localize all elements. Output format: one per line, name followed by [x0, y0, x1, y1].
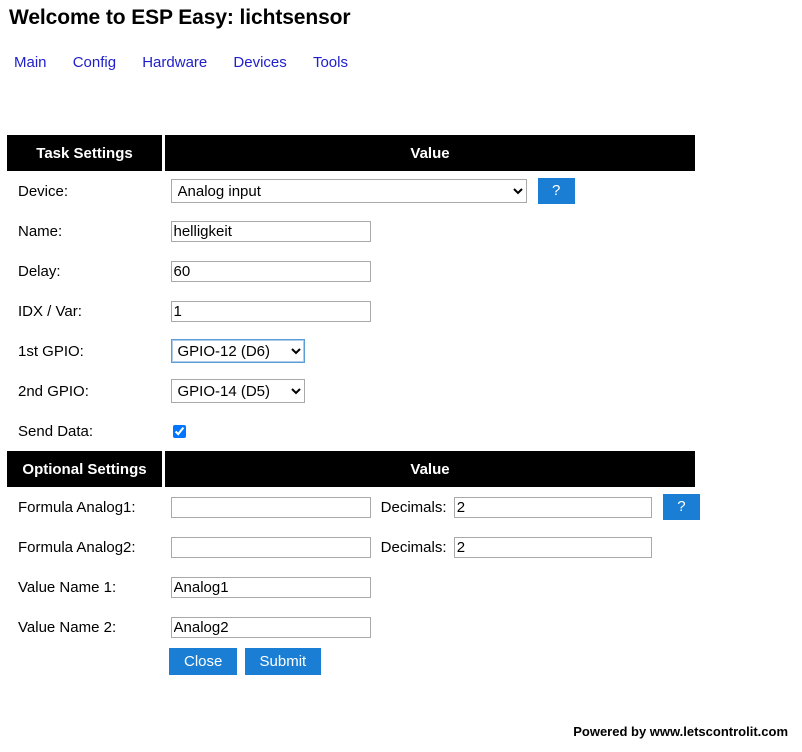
formula-analog-1-value-cell: Decimals: ?: [164, 487, 700, 527]
optional-settings-header-label: Optional Settings: [7, 451, 165, 487]
optional-settings-header-row: Optional Settings Value: [7, 451, 695, 487]
gpio-1-value-cell: GPIO-12 (D6): [164, 331, 696, 371]
send-data-label: Send Data:: [18, 422, 94, 440]
name-input[interactable]: [170, 220, 371, 242]
gpio-2-value-cell: GPIO-14 (D5): [164, 371, 696, 411]
send-data-checkbox[interactable]: [172, 425, 186, 439]
gpio-2-select[interactable]: GPIO-14 (D5): [170, 379, 305, 403]
close-button[interactable]: Close: [169, 648, 238, 675]
nav-link-tools[interactable]: Tools: [313, 54, 348, 71]
row-idx-var: IDX / Var:: [7, 291, 695, 331]
device-select[interactable]: Analog input: [170, 179, 527, 203]
row-send-data: Send Data:: [7, 411, 695, 451]
name-label: Name:: [18, 222, 63, 240]
task-settings-header-row: Task Settings Value: [7, 135, 695, 171]
row-name: Name:: [7, 211, 695, 251]
decimals-2-input[interactable]: [453, 536, 652, 558]
row-device: Device: Analog input ?: [7, 171, 695, 211]
page-title: Welcome to ESP Easy: lichtsensor: [9, 6, 351, 29]
optional-settings-value-header: Value: [163, 451, 695, 487]
idx-var-value-cell: [164, 291, 696, 331]
gpio-1-select[interactable]: GPIO-12 (D6): [170, 339, 305, 363]
value-name-1-value-cell: [164, 567, 696, 607]
row-value-name-1: Value Name 1:: [7, 567, 695, 607]
decimals-1-input[interactable]: [453, 496, 652, 518]
device-label: Device:: [18, 182, 69, 200]
idx-var-label: IDX / Var:: [18, 302, 82, 320]
nav-link-devices[interactable]: Devices: [233, 54, 286, 71]
nav-link-main[interactable]: Main: [14, 54, 47, 71]
row-formula-analog-2: Formula Analog2: Decimals:: [7, 527, 695, 567]
optional-settings-help-button[interactable]: ?: [662, 494, 700, 520]
send-data-value-cell: [164, 411, 696, 451]
formula-analog-1-label: Formula Analog1:: [18, 498, 136, 516]
formula-analog-2-label: Formula Analog2:: [18, 538, 136, 556]
submit-button[interactable]: Submit: [244, 648, 322, 675]
nav-link-config[interactable]: Config: [73, 54, 116, 71]
footer-text: Powered by www.letscontrolit.com: [573, 724, 788, 739]
device-value-cell: Analog input ?: [164, 171, 696, 211]
device-help-button[interactable]: ?: [537, 178, 575, 204]
value-name-1-input[interactable]: [170, 576, 371, 598]
nav-link-hardware[interactable]: Hardware: [142, 54, 207, 71]
value-name-2-input[interactable]: [170, 616, 371, 638]
decimals-2-label: Decimals:: [380, 538, 447, 556]
main-navigation: Main Config Hardware Devices Tools: [0, 30, 802, 71]
form-actions: Close Submit: [169, 648, 324, 675]
value-name-1-label: Value Name 1:: [18, 578, 117, 596]
device-settings-table: Task Settings Value Device: Analog input…: [7, 135, 700, 647]
row-gpio-2: 2nd GPIO: GPIO-14 (D5): [7, 371, 695, 411]
value-name-2-label: Value Name 2:: [18, 618, 117, 636]
formula-analog-1-input[interactable]: [170, 496, 371, 518]
gpio-1-label: 1st GPIO:: [18, 342, 84, 360]
delay-label: Delay:: [18, 262, 61, 280]
row-delay: Delay:: [7, 251, 695, 291]
task-settings-value-header: Value: [163, 135, 695, 171]
decimals-1-label: Decimals:: [380, 498, 447, 516]
row-value-name-2: Value Name 2:: [7, 607, 695, 647]
row-formula-analog-1: Formula Analog1: Decimals: ?: [7, 487, 700, 527]
name-value-cell: [164, 211, 696, 251]
idx-var-input[interactable]: [170, 300, 371, 322]
gpio-2-label: 2nd GPIO:: [18, 382, 89, 400]
formula-analog-2-value-cell: Decimals:: [164, 527, 696, 567]
delay-value-cell: [164, 251, 696, 291]
delay-input[interactable]: [170, 260, 371, 282]
task-settings-header-label: Task Settings: [7, 135, 165, 171]
value-name-2-value-cell: [164, 607, 696, 647]
row-gpio-1: 1st GPIO: GPIO-12 (D6): [7, 331, 695, 371]
formula-analog-2-input[interactable]: [170, 536, 371, 558]
